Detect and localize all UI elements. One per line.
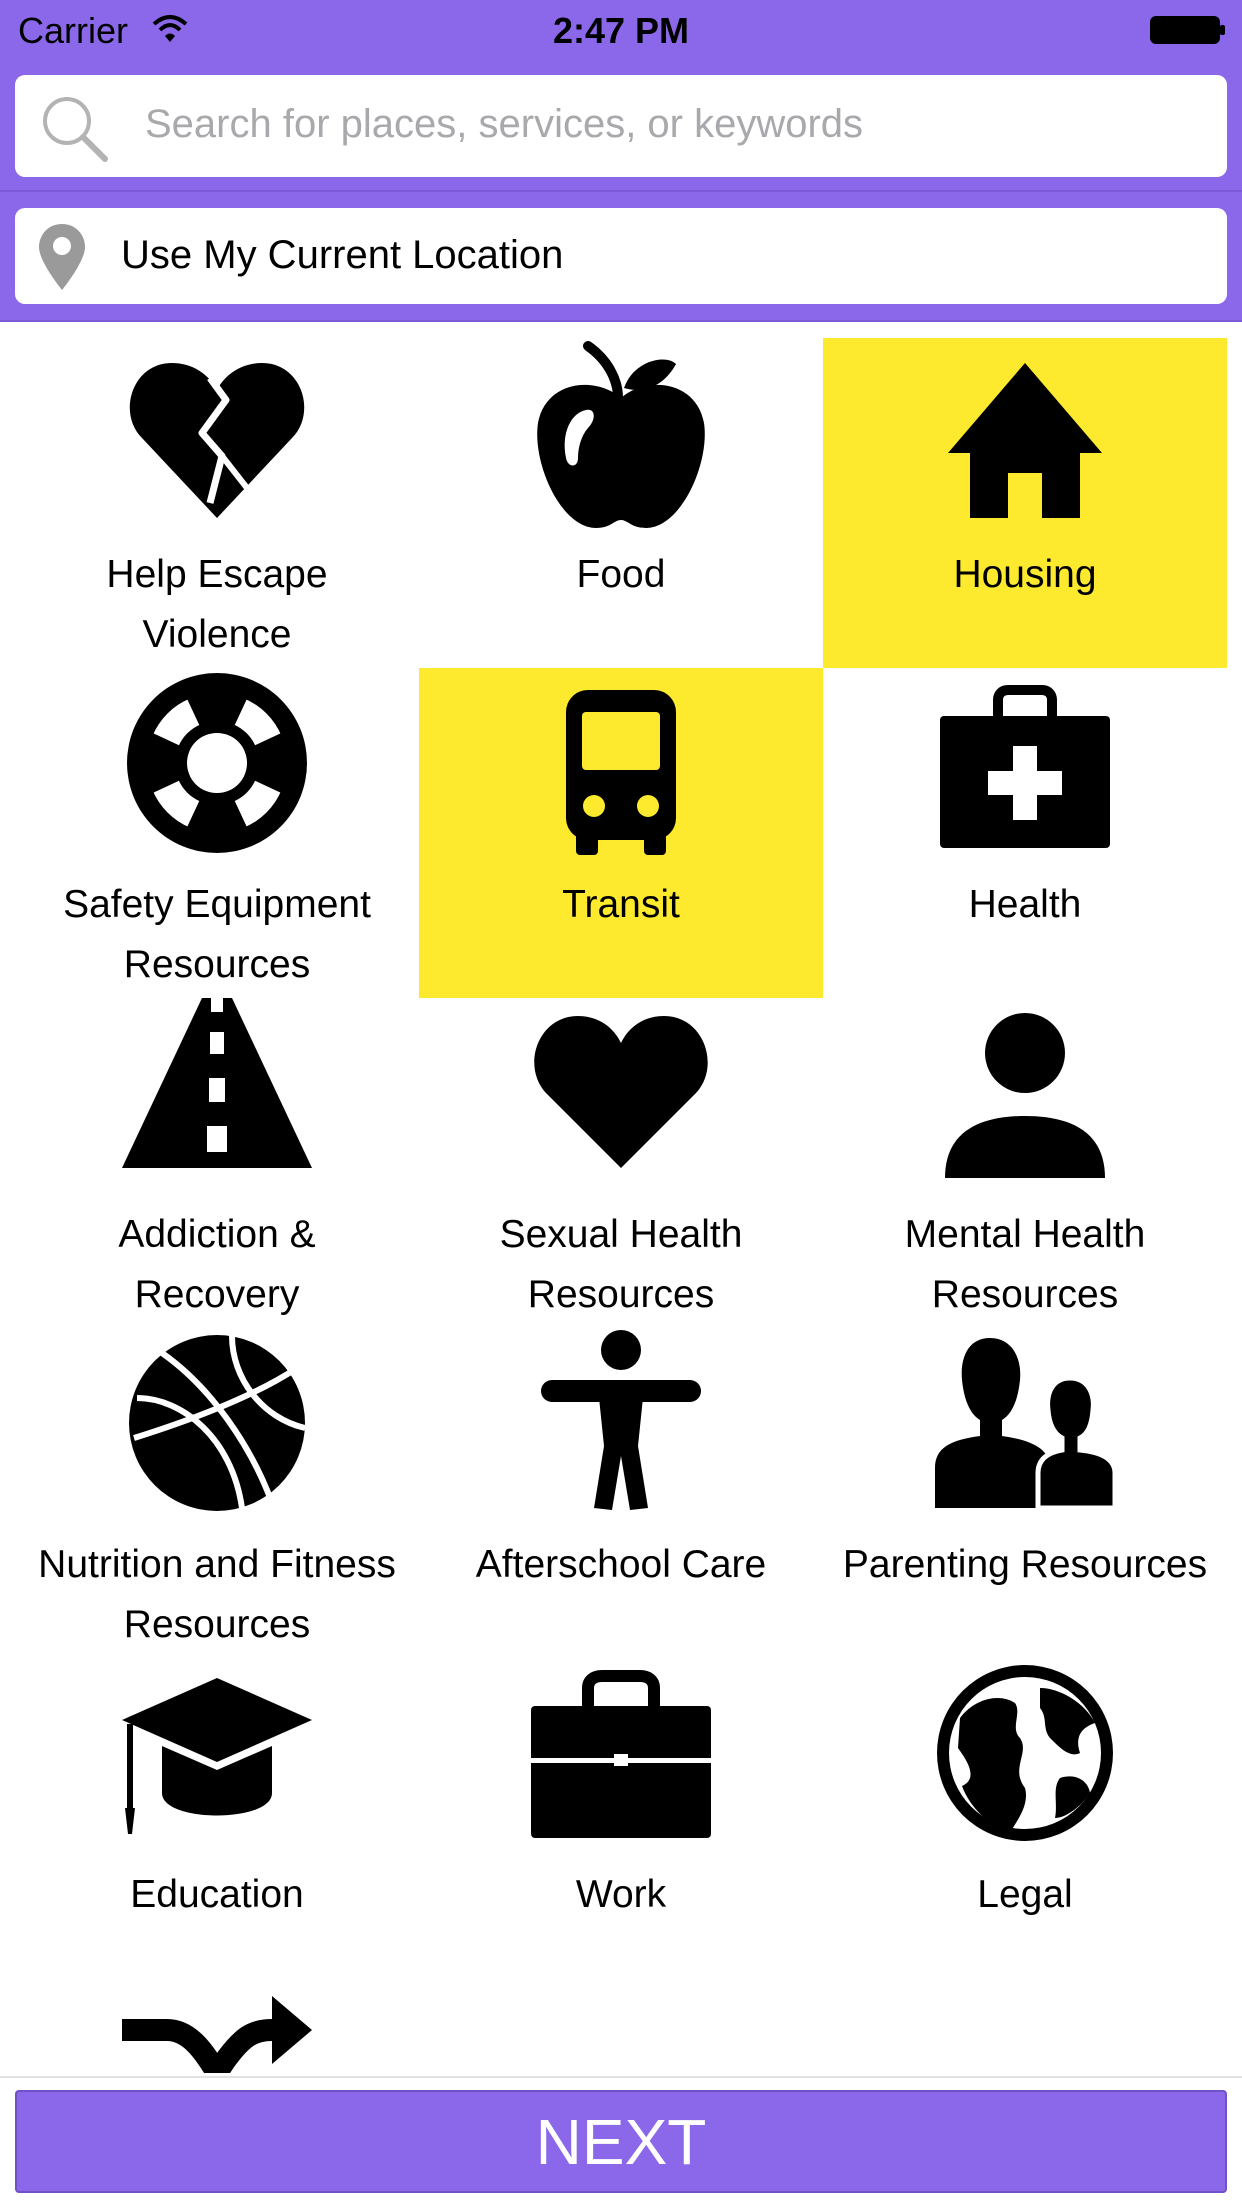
category-label: Transit [562, 883, 680, 926]
category-tile-broken-heart[interactable]: Help Escape Violence [15, 338, 419, 668]
child-figure-icon [541, 1330, 701, 1510]
briefcase-icon [531, 1670, 711, 1838]
category-tile-road[interactable]: Addiction & Recovery [15, 998, 419, 1328]
search-input[interactable]: Search for places, services, or keywords [15, 75, 1227, 177]
status-bar: Carrier 2:47 PM [0, 0, 1242, 62]
category-label: Sexual Health Resources [499, 1213, 743, 1316]
category-tile-graduation-cap[interactable]: Education [15, 1658, 419, 1988]
house-icon [948, 363, 1102, 518]
search-placeholder: Search for places, services, or keywords [145, 102, 864, 146]
category-tile-parent-child[interactable]: Parenting Resources [823, 1328, 1227, 1658]
header-divider [0, 190, 1242, 192]
category-tile-briefcase[interactable]: Work [419, 1658, 823, 1988]
first-aid-kit-icon [940, 685, 1110, 848]
category-label: Education [130, 1873, 304, 1916]
category-tile-child-figure[interactable]: Afterschool Care [419, 1328, 823, 1658]
category-label: Legal [977, 1873, 1073, 1916]
category-label: Safety Equipment Resources [63, 883, 371, 986]
shuffle-icon [122, 1996, 312, 2073]
person-icon [945, 1013, 1105, 1178]
category-label: Nutrition and Fitness Resources [38, 1543, 396, 1646]
category-tile-house[interactable]: Housing [823, 338, 1227, 668]
category-tile-life-ring[interactable]: Safety Equipment Resources [15, 668, 419, 998]
apple-icon [537, 341, 705, 528]
category-label: Food [576, 553, 666, 596]
category-tile-apple[interactable]: Food [419, 338, 823, 668]
category-tile-bus[interactable]: Transit [419, 668, 823, 998]
category-tile-person[interactable]: Mental Health Resources [823, 998, 1227, 1328]
category-label: Afterschool Care [475, 1543, 767, 1586]
bottom-divider [0, 2076, 1242, 2078]
basketball-icon [129, 1335, 306, 1511]
clock: 2:47 PM [552, 10, 690, 51]
heart-icon [534, 1016, 708, 1168]
life-ring-icon [127, 673, 307, 853]
bus-icon [566, 690, 676, 855]
category-label: Parenting Resources [842, 1543, 1208, 1586]
graduation-cap-icon [122, 1678, 312, 1834]
location-label: Use My Current Location [121, 233, 564, 277]
broken-heart-icon [129, 363, 305, 518]
category-grid: Help Escape Violence Food Housing Safety … [15, 338, 1227, 2073]
category-label: Health [968, 883, 1082, 926]
category-label: Help Escape Violence [106, 553, 328, 656]
parent-child-icon [935, 1338, 1118, 1511]
category-tile-heart[interactable]: Sexual Health Resources [419, 998, 823, 1328]
location-pin-icon [39, 224, 85, 290]
category-label: Work [575, 1873, 667, 1916]
header: Carrier 2:47 PM Search for places, servi… [0, 0, 1242, 322]
globe-icon [937, 1665, 1113, 1841]
category-tile-basketball[interactable]: Nutrition and Fitness Resources [15, 1328, 419, 1658]
battery-icon [1150, 16, 1225, 44]
category-tile-first-aid-kit[interactable]: Health [823, 668, 1227, 998]
category-label: Mental Health Resources [904, 1213, 1146, 1316]
category-label: Addiction & Recovery [118, 1213, 316, 1316]
use-current-location-button[interactable]: Use My Current Location [15, 208, 1227, 304]
search-icon [43, 97, 108, 162]
category-label: Housing [953, 553, 1097, 596]
category-tile-globe[interactable]: Legal [823, 1658, 1227, 1988]
road-icon [122, 998, 312, 1168]
category-tile-shuffle[interactable] [15, 1988, 419, 2073]
next-button[interactable]: NEXT [15, 2090, 1227, 2193]
